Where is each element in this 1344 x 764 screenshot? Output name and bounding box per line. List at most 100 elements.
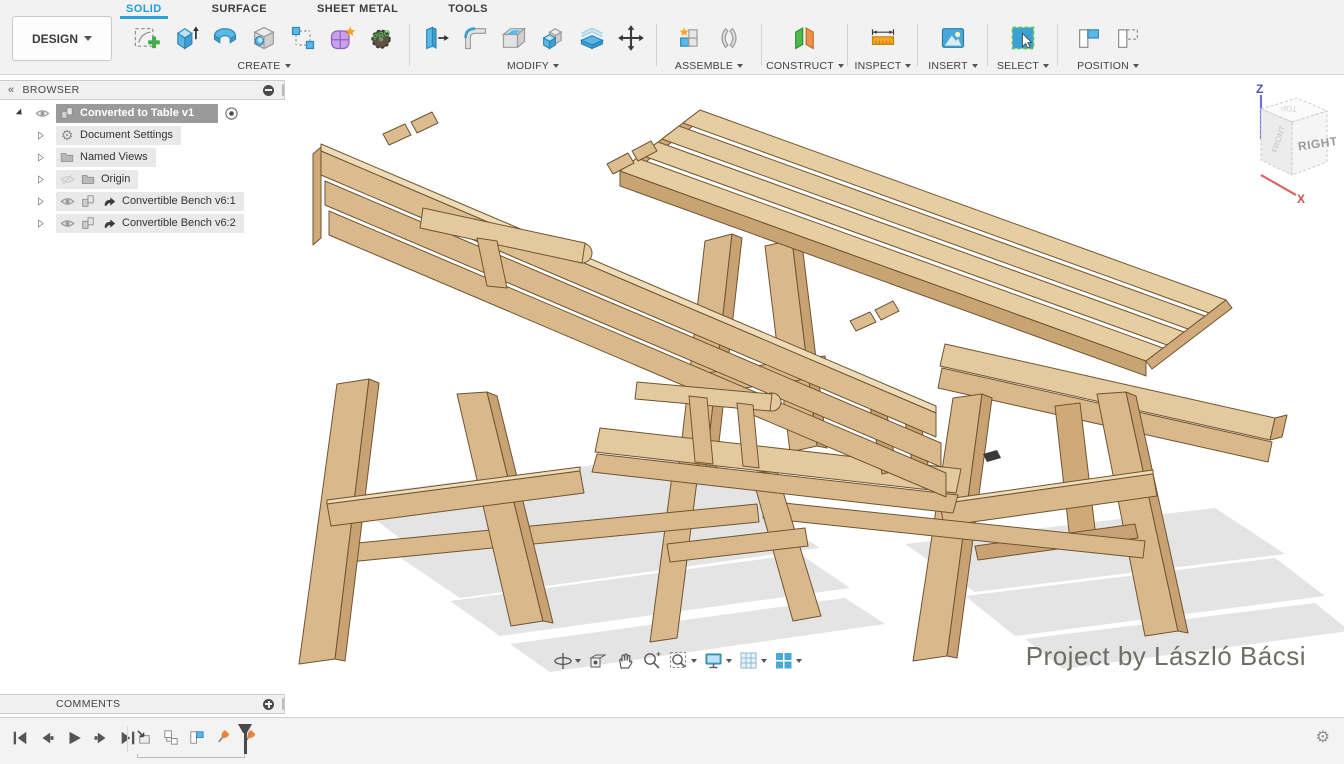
tab-solid[interactable]: SOLID: [120, 1, 168, 17]
create-section-label[interactable]: CREATE: [237, 60, 290, 74]
capture-position-feature-icon[interactable]: [186, 727, 206, 747]
browser-panel-title: BROWSER: [23, 84, 80, 96]
toolbar-divider: [656, 24, 657, 66]
insert-section-label[interactable]: INSERT: [928, 60, 978, 74]
tree-item-chip[interactable]: Named Views: [56, 148, 156, 167]
zoom-icon[interactable]: [642, 651, 662, 671]
tab-sheet-metal[interactable]: SHEET METAL: [311, 1, 404, 17]
timeline-playhead[interactable]: [238, 724, 252, 754]
dropdown-caret-icon: [1133, 64, 1139, 68]
gear-icon: ⚙: [59, 127, 75, 143]
play-icon[interactable]: [64, 728, 84, 748]
disclosure-collapsed-icon[interactable]: [32, 215, 48, 231]
construction-plane-icon[interactable]: [789, 22, 821, 54]
modify-section-label[interactable]: MODIFY: [507, 60, 559, 74]
pin-icon[interactable]: [212, 727, 232, 747]
shell-icon[interactable]: [498, 22, 530, 54]
disclosure-collapsed-icon[interactable]: [32, 127, 48, 143]
design-menu-button[interactable]: DESIGN: [12, 16, 112, 61]
grid-icon[interactable]: [739, 651, 767, 671]
disclosure-collapsed-icon[interactable]: [32, 149, 48, 165]
dropdown-caret-icon: [285, 64, 291, 68]
assemble-section-label[interactable]: ASSEMBLE: [675, 60, 743, 74]
rectangular-pattern-icon[interactable]: [287, 22, 319, 54]
measure-icon[interactable]: [867, 22, 899, 54]
component-icon: [80, 215, 96, 231]
fillet-icon[interactable]: [459, 22, 491, 54]
position-section-label[interactable]: POSITION: [1077, 60, 1139, 74]
tree-row-root[interactable]: Converted to Table v1: [0, 102, 285, 124]
press-pull-icon[interactable]: [420, 22, 452, 54]
hidden-eye-icon[interactable]: [59, 171, 75, 187]
disclosure-expanded-icon[interactable]: [12, 105, 28, 121]
move-copy-icon[interactable]: [615, 22, 647, 54]
extrude-icon[interactable]: [170, 22, 202, 54]
tree-item-chip[interactable]: Convertible Bench v6:2: [56, 214, 244, 233]
tree-item-chip[interactable]: Convertible Bench v6:1: [56, 192, 244, 211]
timeline-settings-gear-icon[interactable]: ⚙: [1316, 730, 1330, 746]
dropdown-caret-icon: [1043, 64, 1049, 68]
combine-icon[interactable]: [537, 22, 569, 54]
timeline-group-bracket: [137, 754, 245, 758]
toolbar-divider: [917, 24, 918, 66]
tree-row-named-views[interactable]: Named Views: [0, 146, 285, 168]
component-group-icon[interactable]: [160, 727, 180, 747]
display-settings-icon[interactable]: [704, 651, 732, 671]
tree-item-chip[interactable]: Origin: [56, 170, 138, 189]
joint-icon[interactable]: [713, 22, 745, 54]
tab-surface[interactable]: SURFACE: [206, 1, 273, 17]
eye-icon[interactable]: [59, 215, 75, 231]
zoom-window-icon[interactable]: [669, 651, 697, 671]
select-icon[interactable]: [1007, 22, 1039, 54]
toolbar-group-select: SELECT: [990, 20, 1056, 74]
tree-row-document-settings[interactable]: ⚙ Document Settings: [0, 124, 285, 146]
capture-position-icon[interactable]: [1073, 22, 1105, 54]
derive-icon[interactable]: [134, 727, 154, 747]
tree-row-bench-1[interactable]: Convertible Bench v6:1: [0, 190, 285, 212]
create-form-icon[interactable]: [326, 22, 358, 54]
new-component-icon[interactable]: [674, 22, 706, 54]
activate-radio-icon[interactable]: [223, 105, 239, 121]
hole-icon[interactable]: [248, 22, 280, 54]
comments-panel-title: COMMENTS: [56, 698, 120, 710]
go-to-start-icon[interactable]: [10, 728, 30, 748]
tab-tools[interactable]: TOOLS: [442, 1, 494, 17]
viewports-icon[interactable]: [774, 651, 802, 671]
create-sketch-icon[interactable]: [131, 22, 163, 54]
split-body-icon[interactable]: [576, 22, 608, 54]
project-watermark: Project by László Bácsi: [1026, 641, 1306, 672]
orbit-icon[interactable]: [553, 651, 581, 671]
toolbar-group-assemble: ASSEMBLE: [659, 20, 759, 74]
view-cube[interactable]: Z X RIGHT FRONT TOP: [1211, 81, 1336, 206]
toolbar-group-create: PRO CREATE: [122, 20, 406, 74]
step-forward-icon[interactable]: [91, 728, 111, 748]
canvas-icon[interactable]: [937, 22, 969, 54]
pan-icon[interactable]: [615, 651, 635, 671]
revolve-icon[interactable]: [209, 22, 241, 54]
tree-row-origin[interactable]: Origin: [0, 168, 285, 190]
revert-position-icon[interactable]: [1112, 22, 1144, 54]
eye-icon[interactable]: [34, 105, 50, 121]
browser-scrollbar[interactable]: [282, 84, 284, 96]
disclosure-collapsed-icon[interactable]: [32, 171, 48, 187]
browser-panel-header[interactable]: « BROWSER: [0, 80, 285, 100]
comments-panel-header[interactable]: COMMENTS: [0, 694, 285, 714]
chevrons-left-icon[interactable]: «: [8, 84, 15, 96]
look-at-icon[interactable]: [588, 651, 608, 671]
construct-section-label[interactable]: CONSTRUCT: [766, 60, 844, 74]
comments-scrollbar[interactable]: [282, 698, 284, 710]
disclosure-collapsed-icon[interactable]: [32, 193, 48, 209]
tree-item-chip[interactable]: ⚙ Document Settings: [56, 126, 181, 145]
step-back-icon[interactable]: [37, 728, 57, 748]
toolbar-group-inspect: INSPECT: [850, 20, 916, 74]
add-comment-circle-icon[interactable]: [263, 699, 274, 710]
toolbar-divider: [1057, 24, 1058, 66]
tree-row-bench-2[interactable]: Convertible Bench v6:2: [0, 212, 285, 234]
collapse-circle-icon[interactable]: [263, 85, 274, 96]
select-section-label[interactable]: SELECT: [997, 60, 1049, 74]
inspect-section-label[interactable]: INSPECT: [855, 60, 912, 74]
hinge-hardware: [983, 450, 1001, 462]
pro-feature-icon[interactable]: PRO: [365, 22, 397, 54]
tree-root-chip[interactable]: Converted to Table v1: [56, 104, 218, 123]
eye-icon[interactable]: [59, 193, 75, 209]
